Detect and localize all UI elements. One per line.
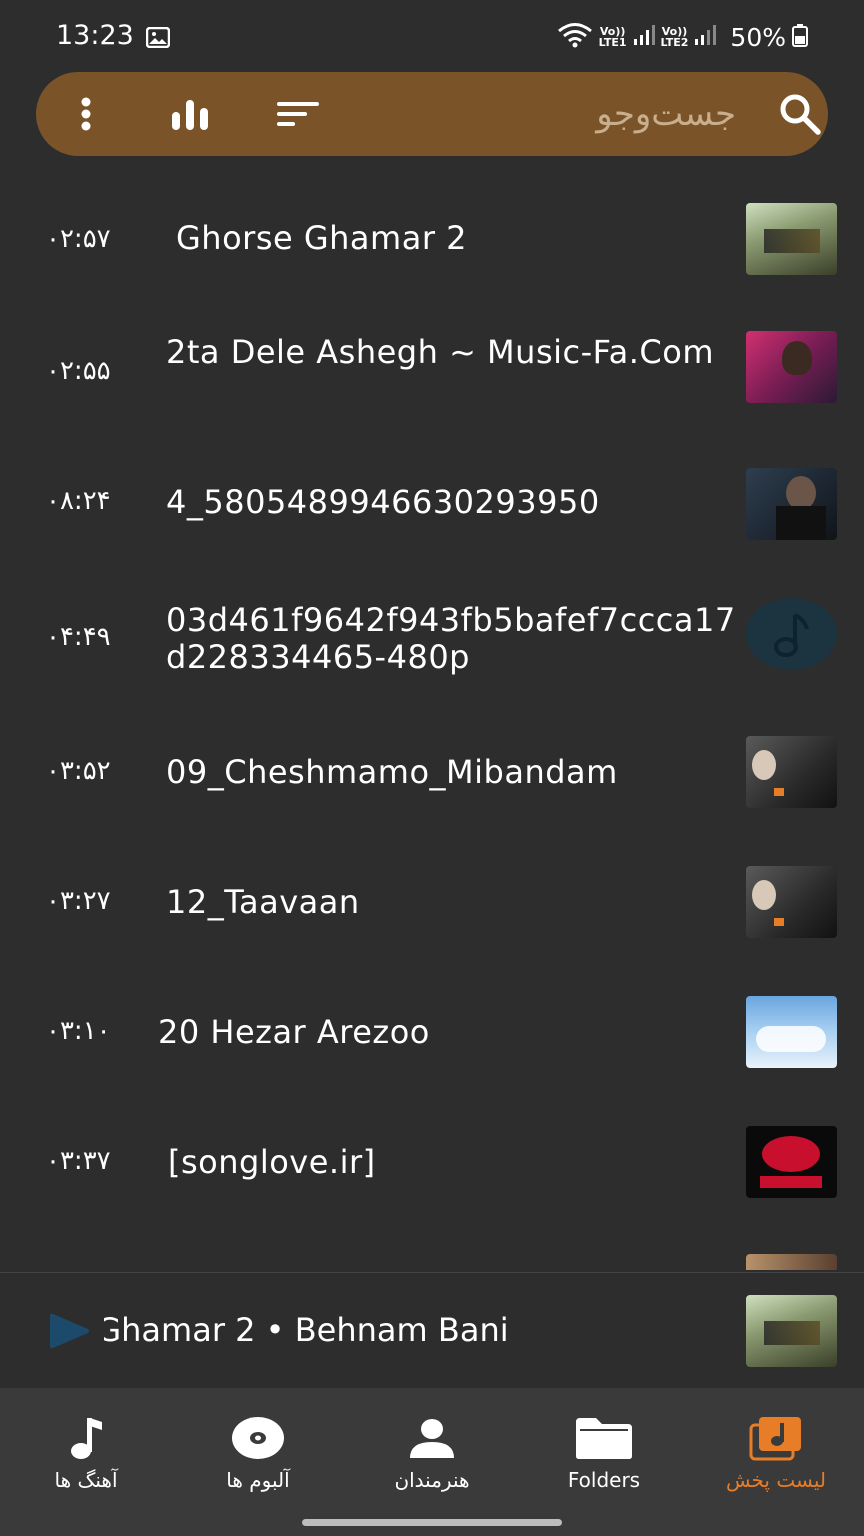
song-duration: ۰۳:۱۰ (46, 1016, 111, 1046)
nav-albums[interactable]: آلبوم ها (172, 1388, 344, 1508)
song-duration: ۰۳:۲۷ (46, 886, 111, 916)
nav-folders[interactable]: Folders (518, 1388, 690, 1508)
album-art (746, 736, 837, 808)
album-art (746, 331, 837, 403)
album-art (746, 996, 837, 1068)
song-title: 20 Hezar Arezoo (158, 1013, 430, 1051)
song-title: Ghorse Ghamar 2 (176, 219, 467, 257)
nav-label: لیست پخش (726, 1468, 826, 1492)
song-row[interactable]: ۰۳:۲۷ 12_Taavaan (0, 838, 864, 968)
nav-label: آلبوم ها (226, 1468, 290, 1492)
sim2-label: LTE2 (660, 36, 689, 49)
song-title: 09_Cheshmamo_Mibandam (166, 753, 618, 791)
song-duration: ۰۸:۲۴ (46, 486, 111, 516)
sim1-label: LTE1 (598, 36, 627, 49)
status-time: 13:23 (56, 20, 134, 51)
album-art (746, 468, 837, 540)
mini-player[interactable]: Ghorse Ghamar 2 • Behnam Bani (0, 1273, 864, 1387)
album-art (746, 1126, 837, 1198)
sort-icon[interactable] (274, 90, 322, 138)
nav-label: Folders (567, 1468, 641, 1492)
folder-icon (574, 1412, 634, 1464)
album-disc-icon (228, 1412, 288, 1464)
album-art (746, 866, 837, 938)
song-duration: ۰۳:۵۲ (46, 756, 111, 786)
song-duration: ۰۳:۳۷ (46, 1146, 111, 1176)
song-list[interactable]: ۰۲:۵۷ Ghorse Ghamar 2 ۰۲:۵۵ 2ta Dele Ash… (0, 170, 864, 1270)
signal-icon (694, 24, 717, 50)
wifi-icon (557, 22, 593, 52)
equalizer-icon[interactable] (166, 90, 214, 138)
album-art (746, 1254, 837, 1270)
music-note-icon (56, 1412, 116, 1464)
song-row[interactable]: ۰۳:۵۲ 09_Cheshmamo_Mibandam (0, 708, 864, 838)
song-duration: ۰۴:۴۹ (46, 622, 111, 652)
search-input[interactable]: جست‌وجو (596, 94, 736, 134)
battery-icon (792, 23, 808, 51)
nav-songs[interactable]: آهنگ ها (0, 1388, 172, 1508)
nav-label: آهنگ ها (54, 1468, 118, 1492)
album-art (746, 203, 837, 275)
song-row[interactable]: ۰۳:۱۰ 20 Hezar Arezoo (0, 968, 864, 1098)
status-bar: 13:23 Vo)) LTE1 Vo)) LTE2 50% (0, 0, 864, 72)
now-playing-label: Ghorse Ghamar 2 • Behnam Bani (104, 1311, 509, 1349)
song-row[interactable]: ۰۲:۵۵ 2ta Dele Ashegh ~ Music-Fa.Com (0, 306, 864, 436)
now-playing-text: Ghorse Ghamar 2 • Behnam Bani (104, 1311, 664, 1349)
search-icon[interactable] (776, 90, 824, 138)
nav-playlists[interactable]: لیست پخش (690, 1388, 862, 1508)
song-title: 12_Taavaan (166, 883, 360, 921)
playlist-icon (746, 1412, 806, 1464)
volte-lte2-indicator: Vo)) LTE2 (661, 26, 689, 48)
more-vert-icon[interactable] (62, 90, 110, 138)
home-indicator[interactable] (302, 1519, 562, 1526)
song-duration: ۰۲:۵۷ (46, 224, 111, 254)
song-title: [songlove.ir] (168, 1143, 376, 1181)
status-icons: Vo)) LTE1 Vo)) LTE2 50% (557, 22, 808, 52)
signal-icon (633, 24, 655, 50)
gallery-notification-icon (145, 26, 171, 49)
song-title: 2ta Dele Ashegh ~ Music-Fa.Com (166, 333, 714, 371)
song-title: 03d461f9642f943fb5bafef7ccca17d228334465… (166, 601, 736, 676)
song-title: 4_5805489946630293950 (166, 483, 600, 521)
nav-artists[interactable]: هنرمندان (346, 1388, 518, 1508)
nav-label: هنرمندان (394, 1468, 470, 1492)
person-icon (402, 1412, 462, 1464)
search-bar[interactable]: جست‌وجو (36, 72, 828, 156)
music-note-icon (746, 598, 837, 670)
song-row[interactable]: ۰۴:۴۹ 03d461f9642f943fb5bafef7ccca17d228… (0, 570, 864, 700)
battery-percent: 50% (730, 22, 786, 52)
play-icon[interactable] (48, 1313, 90, 1353)
song-row[interactable] (0, 1228, 864, 1270)
album-art[interactable] (746, 1295, 837, 1367)
song-row[interactable]: ۰۸:۲۴ 4_5805489946630293950 (0, 438, 864, 568)
song-row[interactable]: ۰۳:۳۷ [songlove.ir] (0, 1098, 864, 1228)
bottom-nav: آهنگ ها آلبوم ها هنرمندان Folders لیست پ… (0, 1388, 864, 1536)
song-row[interactable]: ۰۲:۵۷ Ghorse Ghamar 2 (0, 172, 864, 302)
song-duration: ۰۲:۵۵ (46, 356, 111, 386)
volte-lte1-indicator: Vo)) LTE1 (599, 26, 627, 48)
